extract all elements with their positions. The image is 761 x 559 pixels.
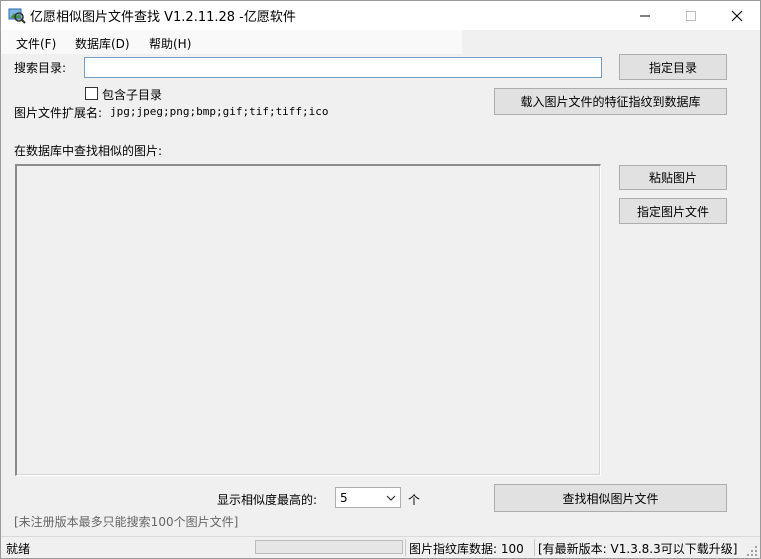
find-section-label: 在数据库中查找相似的图片: (14, 144, 163, 158)
minimize-icon (640, 15, 650, 16)
status-state: 就绪 (6, 542, 31, 556)
update-notice[interactable]: [有最新版本: V1.3.8.3可以下载升级] (538, 540, 737, 557)
include-subdir-checkbox[interactable] (85, 87, 98, 100)
progress-bar (255, 540, 403, 554)
menu-database[interactable]: 数据库(D) (73, 35, 132, 52)
paste-image-button[interactable]: 粘贴图片 (619, 165, 727, 190)
include-subdir-label: 包含子目录 (102, 88, 163, 102)
ext-value: jpg;jpeg;png;bmp;gif;tif;tiff;ico (110, 105, 329, 118)
close-icon (731, 10, 743, 21)
top-count-select[interactable]: 5 (335, 487, 401, 508)
choose-image-button[interactable]: 指定图片文件 (619, 198, 727, 224)
top-count-value: 5 (340, 490, 348, 505)
db-count: 图片指纹库数据: 100 (409, 542, 524, 556)
status-separator (405, 539, 406, 556)
minimize-button[interactable] (622, 1, 668, 30)
unregistered-notice: [未注册版本最多只能搜索100个图片文件] (14, 515, 239, 529)
menu-help[interactable]: 帮助(H) (147, 35, 193, 52)
choose-dir-button[interactable]: 指定目录 (619, 54, 727, 80)
close-button[interactable] (714, 1, 760, 30)
search-dir-input[interactable] (84, 57, 602, 78)
maximize-button[interactable] (668, 1, 714, 30)
image-drop-area[interactable] (15, 164, 601, 476)
show-top-label: 显示相似度最高的: (217, 493, 318, 507)
resize-grip-icon[interactable] (746, 545, 758, 557)
app-icon (8, 6, 26, 24)
find-similar-button[interactable]: 查找相似图片文件 (494, 484, 727, 512)
ext-label: 图片文件扩展名: (14, 106, 103, 120)
chevron-down-icon (386, 495, 396, 501)
count-unit: 个 (408, 493, 421, 507)
load-fingerprints-button[interactable]: 载入图片文件的特征指纹到数据库 (494, 88, 727, 115)
menu-file[interactable]: 文件(F) (14, 35, 58, 52)
status-separator (534, 539, 535, 556)
search-dir-label: 搜索目录: (14, 61, 67, 75)
menu-bar (1, 30, 462, 54)
maximize-icon (686, 10, 696, 21)
window-title: 亿愿相似图片文件查找 V1.2.11.28 -亿愿软件 (30, 10, 296, 25)
